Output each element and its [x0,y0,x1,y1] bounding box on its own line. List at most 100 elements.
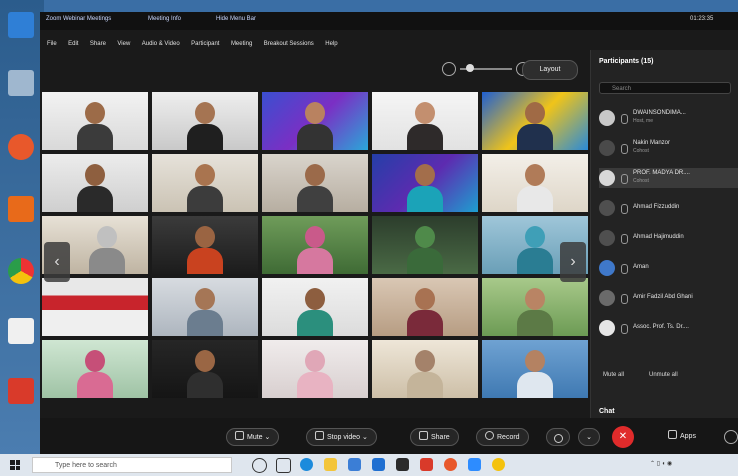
participant-row[interactable]: Amir Fadzil Abd Ghani [599,288,738,308]
video-tile[interactable] [42,340,148,398]
desktop-shortcut-icon[interactable] [6,12,36,56]
apps-button[interactable]: Apps [660,428,704,446]
gallery-size-slider[interactable] [460,64,512,72]
video-tile[interactable] [262,154,368,212]
reactions-icon[interactable] [724,430,738,444]
microphone-icon [621,144,628,154]
participants-search-input[interactable]: Search [599,82,731,94]
menu-breakout-sessions[interactable]: Breakout Sessions [264,41,314,47]
pdf-icon[interactable] [420,458,433,471]
share-screen-icon [419,431,428,440]
windows-start-icon[interactable] [10,460,20,470]
share-button[interactable]: Share [410,428,459,446]
menu-edit[interactable]: Edit [68,41,78,47]
mute-button[interactable]: Mute ⌄ [226,428,280,446]
menu-meeting[interactable]: Meeting [231,41,252,47]
participant-row[interactable]: Ahmad Hajimuddin [599,228,738,248]
previous-page-arrow[interactable]: ‹ [44,242,70,282]
edge-icon[interactable] [300,458,313,471]
hide-menu-bar-button[interactable]: Hide Menu Bar [216,16,256,22]
mail-icon[interactable] [372,458,385,471]
menu-share[interactable]: Share [90,41,106,47]
task-view-icon[interactable] [276,458,291,473]
participant-row[interactable]: Assoc. Prof. Ts. Dr.... [599,318,738,338]
participant-name: Ahmad Fizzuddin [633,204,680,210]
video-tile[interactable] [152,340,258,398]
video-tile[interactable] [372,216,478,274]
stop-video-button[interactable]: Stop video ⌄ [306,428,377,446]
clock: 01:23:35 [690,16,714,22]
reactions-button[interactable] [546,428,570,446]
video-tile[interactable] [482,278,588,336]
menu-audio-video[interactable]: Audio & Video [142,41,180,47]
participant-role: Cohost [633,178,649,184]
system-tray[interactable]: ⌃ ▯ ◖ ◉ [650,460,672,467]
file-explorer-icon[interactable] [324,458,337,471]
app-shortcut-icon[interactable] [6,196,36,240]
video-tile[interactable] [152,154,258,212]
participant-role: Cohost [633,148,649,154]
participant-row[interactable]: PROF. MADYA DR.... Cohost [599,168,738,188]
next-page-arrow[interactable]: › [560,242,586,282]
participant-row[interactable]: Aman [599,258,738,278]
layout-button[interactable]: Layout [522,60,578,80]
video-tile[interactable] [262,216,368,274]
video-tile[interactable] [152,216,258,274]
more-options-button[interactable]: ⌄ [578,428,600,446]
chrome-icon[interactable] [6,258,36,302]
video-tile[interactable] [372,340,478,398]
video-tile[interactable] [482,92,588,150]
video-tile[interactable] [372,154,478,212]
video-tile[interactable] [42,278,148,336]
stop-video-label: Stop video [327,434,361,441]
video-tile[interactable] [152,92,258,150]
chrome-icon[interactable] [492,458,505,471]
video-tile[interactable] [152,278,258,336]
app-icon[interactable] [396,458,409,471]
firefox-icon[interactable] [444,458,457,471]
unmute-all-button[interactable]: Unmute all [649,372,678,378]
record-button[interactable]: Record [476,428,529,446]
store-icon[interactable] [348,458,361,471]
avatar [599,320,615,336]
pdf-shortcut-icon[interactable] [6,378,36,422]
zoom-app-icon[interactable] [468,458,481,471]
video-tile[interactable] [262,278,368,336]
apps-label: Apps [680,433,696,440]
zoom-out-icon[interactable] [442,62,456,76]
chat-section-toggle[interactable]: Chat [599,408,615,415]
video-tile[interactable] [372,278,478,336]
video-tile[interactable] [42,154,148,212]
leave-button[interactable]: ✕ [612,426,634,448]
participant-name: Nakin Manzor [633,140,671,146]
video-tile[interactable] [372,92,478,150]
windows-taskbar: Type here to search ⌃ ▯ ◖ ◉ [0,454,738,476]
menu-help[interactable]: Help [325,41,337,47]
participant-row[interactable]: DWAINSONDIMA... Host, me [599,108,738,128]
participants-header[interactable]: Participants (15) [599,58,653,65]
microphone-icon [621,204,628,214]
video-tile[interactable] [42,92,148,150]
cortana-icon[interactable] [252,458,267,473]
video-tile[interactable] [262,340,368,398]
record-icon [485,431,494,440]
video-tile[interactable] [262,92,368,150]
meeting-info-link[interactable]: Meeting Info [148,16,181,22]
participant-name: DWAINSONDIMA... [633,110,686,116]
participant-row[interactable]: Ahmad Fizzuddin [599,198,738,218]
taskbar-search-input[interactable]: Type here to search [32,457,232,473]
menu-participant[interactable]: Participant [191,41,219,47]
participant-row[interactable]: Nakin Manzor Cohost [599,138,738,158]
app-title: Zoom Webinar Meetings [46,16,112,22]
zoom-window: Zoom Webinar Meetings Meeting Info Hide … [40,12,738,454]
microphone-icon [621,324,628,334]
recycle-bin-icon[interactable] [6,70,36,114]
mute-all-button[interactable]: Mute all [603,372,624,378]
video-tile[interactable] [482,340,588,398]
firefox-icon[interactable] [6,134,36,178]
menu-file[interactable]: File [47,41,57,47]
slider-knob[interactable] [466,64,474,72]
menu-view[interactable]: View [117,41,130,47]
document-shortcut-icon[interactable] [6,318,36,362]
video-tile[interactable] [482,154,588,212]
